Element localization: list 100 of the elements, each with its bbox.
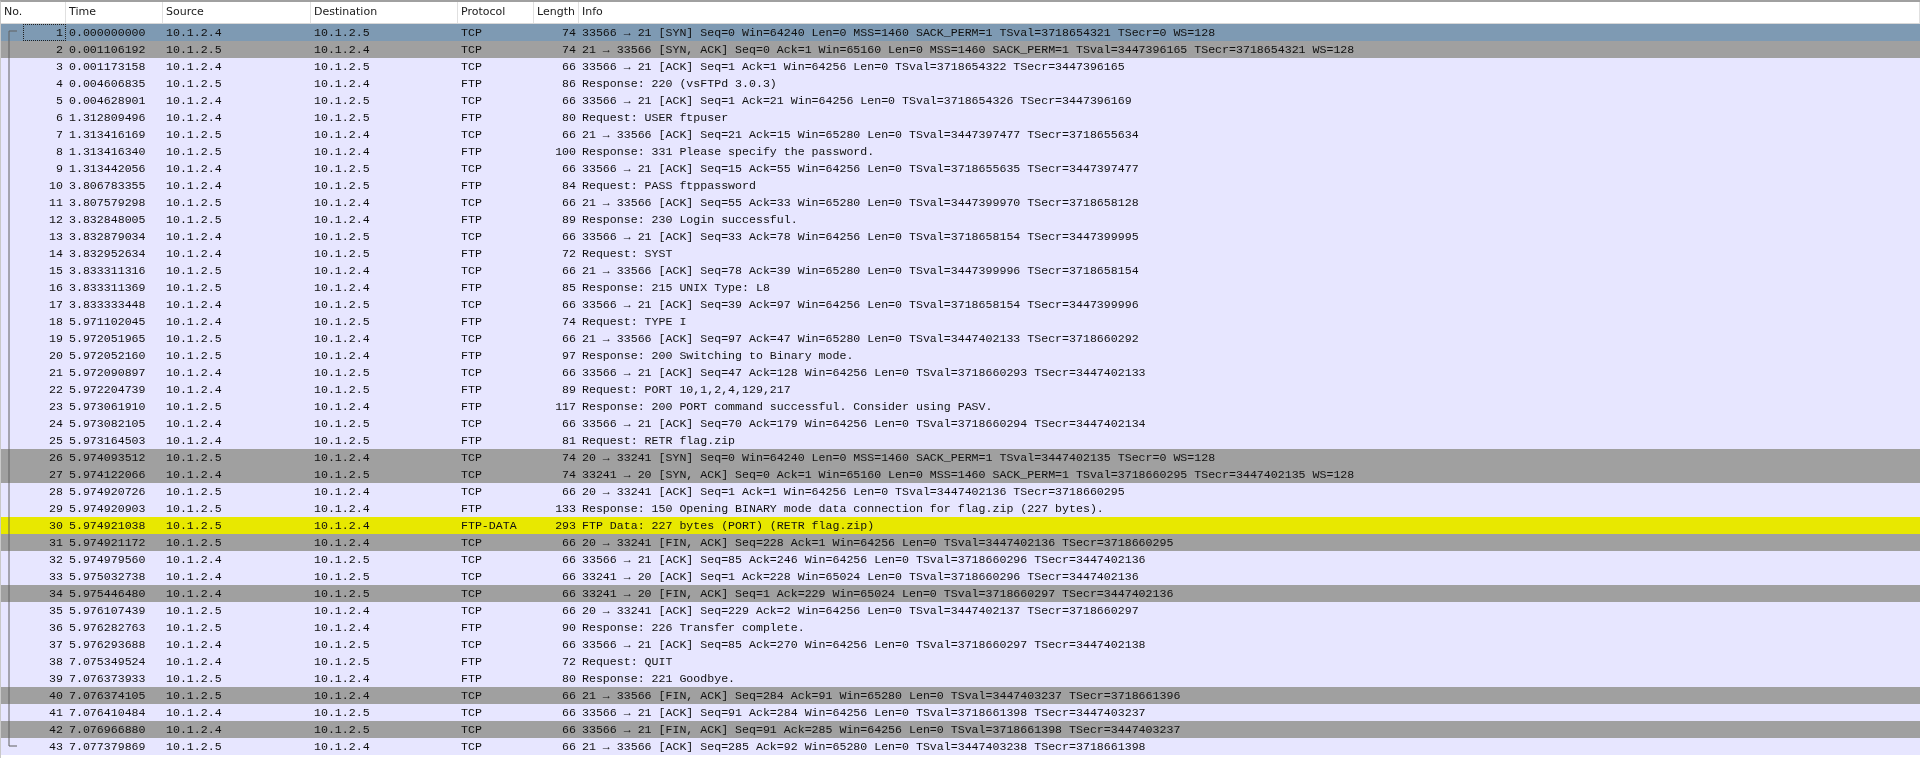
packet-row[interactable]: 10 3.806783355 10.1.2.4 10.1.2.5 FTP 84 Request: PASS ftppassword: [1, 177, 1920, 194]
packet-source: 10.1.2.5: [165, 263, 223, 279]
packet-info: Response: 221 Goodbye.: [581, 671, 737, 687]
packet-row[interactable]: 14 3.832952634 10.1.2.4 10.1.2.5 FTP 72 Request: SYST: [1, 245, 1920, 262]
packet-row[interactable]: 27 5.974122066 10.1.2.4 10.1.2.5 TCP 74 33241 → 20 [SYN, ACK] Seq=0 Ack=1 Win=65160 Len=0 MSS=1460 SACK_PERM=1 TSval=3718660295 TSecr=3447402135 WS=128: [1, 466, 1920, 483]
packet-destination: 10.1.2.4: [313, 348, 371, 364]
packet-row[interactable]: 21 5.972090897 10.1.2.4 10.1.2.5 TCP 66 33566 → 21 [ACK] Seq=47 Ack=128 Win=64256 Len=0 TSval=3718660293 TSecr=3447402133: [1, 364, 1920, 381]
packet-row[interactable]: 3 0.001173158 10.1.2.4 10.1.2.5 TCP 66 33566 → 21 [ACK] Seq=1 Ack=1 Win=64256 Len=0 TSval=3718654322 TSecr=3447396165: [1, 58, 1920, 75]
packet-length: 90: [561, 620, 577, 636]
column-header[interactable]: Source: [163, 2, 311, 23]
packet-row[interactable]: 7 1.313416169 10.1.2.5 10.1.2.4 TCP 66 21 → 33566 [ACK] Seq=21 Ack=15 Win=65280 Len=0 TSval=3447397477 TSecr=3718655634: [1, 126, 1920, 143]
packet-row[interactable]: 29 5.974920903 10.1.2.5 10.1.2.4 FTP 133 Response: 150 Opening BINARY mode data connection for flag.zip (227 bytes).: [1, 500, 1920, 517]
packet-number: 11: [48, 195, 64, 211]
column-header[interactable]: No.: [1, 2, 66, 23]
packet-length: 66: [561, 688, 577, 704]
packet-info: 33566 → 21 [ACK] Seq=33 Ack=78 Win=64256 Len=0 TSval=3718658154 TSecr=3447399995: [581, 229, 1140, 245]
packet-row[interactable]: 41 7.076410484 10.1.2.4 10.1.2.5 TCP 66 33566 → 21 [ACK] Seq=91 Ack=284 Win=64256 Len=0 TSval=3718661398 TSecr=3447403237: [1, 704, 1920, 721]
packet-source: 10.1.2.4: [165, 467, 223, 483]
column-header[interactable]: Time: [66, 2, 163, 23]
packet-time: 7.075349524: [68, 654, 147, 670]
packet-number: 35: [48, 603, 64, 619]
packet-row[interactable]: 11 3.807579298 10.1.2.5 10.1.2.4 TCP 66 21 → 33566 [ACK] Seq=55 Ack=33 Win=65280 Len=0 TSval=3447399970 TSecr=3718658128: [1, 194, 1920, 211]
packet-protocol: TCP: [460, 297, 483, 313]
packet-destination: 10.1.2.4: [313, 263, 371, 279]
packet-length: 66: [561, 705, 577, 721]
packet-row[interactable]: 13 3.832879034 10.1.2.4 10.1.2.5 TCP 66 33566 → 21 [ACK] Seq=33 Ack=78 Win=64256 Len=0 TSval=3718658154 TSecr=3447399995: [1, 228, 1920, 245]
packet-row[interactable]: 35 5.976107439 10.1.2.5 10.1.2.4 TCP 66 20 → 33241 [ACK] Seq=229 Ack=2 Win=64256 Len=0 TSval=3447402137 TSecr=3718660297: [1, 602, 1920, 619]
packet-number: 7: [55, 127, 64, 143]
packet-number: 16: [48, 280, 64, 296]
column-header[interactable]: Destination: [311, 2, 458, 23]
packet-row[interactable]: 37 5.976293688 10.1.2.4 10.1.2.5 TCP 66 33566 → 21 [ACK] Seq=85 Ack=270 Win=64256 Len=0 TSval=3718660297 TSecr=3447402138: [1, 636, 1920, 653]
packet-row[interactable]: 15 3.833311316 10.1.2.5 10.1.2.4 TCP 66 21 → 33566 [ACK] Seq=78 Ack=39 Win=65280 Len=0 TSval=3447399996 TSecr=3718658154: [1, 262, 1920, 279]
packet-info: Request: RETR flag.zip: [581, 433, 737, 449]
packet-row[interactable]: 24 5.973082105 10.1.2.4 10.1.2.5 TCP 66 33566 → 21 [ACK] Seq=70 Ack=179 Win=64256 Len=0 TSval=3718660294 TSecr=3447402134: [1, 415, 1920, 432]
packet-time: 3.833333448: [68, 297, 147, 313]
packet-row[interactable]: 17 3.833333448 10.1.2.4 10.1.2.5 TCP 66 33566 → 21 [ACK] Seq=39 Ack=97 Win=64256 Len=0 TSval=3718658154 TSecr=3447399996: [1, 296, 1920, 313]
packet-protocol: FTP: [460, 314, 483, 330]
packet-row[interactable]: 38 7.075349524 10.1.2.4 10.1.2.5 FTP 72 Request: QUIT: [1, 653, 1920, 670]
packet-source: 10.1.2.4: [165, 416, 223, 432]
packet-row[interactable]: 43 7.077379869 10.1.2.5 10.1.2.4 TCP 66 21 → 33566 [ACK] Seq=285 Ack=92 Win=65280 Len=0 TSval=3447403238 TSecr=3718661398: [1, 738, 1920, 755]
packet-protocol: TCP: [460, 331, 483, 347]
column-header[interactable]: Length: [534, 2, 579, 23]
packet-length: 84: [561, 178, 577, 194]
packet-row[interactable]: 25 5.973164503 10.1.2.4 10.1.2.5 FTP 81 Request: RETR flag.zip: [1, 432, 1920, 449]
packet-row[interactable]: 33 5.975032738 10.1.2.4 10.1.2.5 TCP 66 33241 → 20 [ACK] Seq=1 Ack=228 Win=65024 Len=0 TSval=3718660296 TSecr=3447402136: [1, 568, 1920, 585]
packet-info: 33566 → 21 [ACK] Seq=1 Ack=1 Win=64256 Len=0 TSval=3718654322 TSecr=3447396165: [581, 59, 1126, 75]
packet-row[interactable]: 16 3.833311369 10.1.2.5 10.1.2.4 FTP 85 Response: 215 UNIX Type: L8: [1, 279, 1920, 296]
packet-time: 3.832879034: [68, 229, 147, 245]
packet-number: 32: [48, 552, 64, 568]
packet-row[interactable]: 32 5.974979560 10.1.2.4 10.1.2.5 TCP 66 33566 → 21 [ACK] Seq=85 Ack=246 Win=64256 Len=0 TSval=3718660296 TSecr=3447402136: [1, 551, 1920, 568]
packet-row[interactable]: 23 5.973061910 10.1.2.5 10.1.2.4 FTP 117 Response: 200 PORT command successful. Consider using PASV.: [1, 398, 1920, 415]
packet-protocol: TCP: [460, 161, 483, 177]
packet-length: 72: [561, 654, 577, 670]
packet-time: 0.004628901: [68, 93, 147, 109]
packet-length: 66: [561, 603, 577, 619]
packet-source: 10.1.2.5: [165, 195, 223, 211]
packet-row[interactable]: 31 5.974921172 10.1.2.5 10.1.2.4 TCP 66 20 → 33241 [FIN, ACK] Seq=228 Ack=1 Win=64256 Len=0 TSval=3447402136 TSecr=3718660295: [1, 534, 1920, 551]
packet-source: 10.1.2.4: [165, 314, 223, 330]
packet-length: 66: [561, 195, 577, 211]
packet-source: 10.1.2.5: [165, 76, 223, 92]
packet-time: 5.973164503: [68, 433, 147, 449]
column-header[interactable]: Protocol: [458, 2, 534, 23]
packet-source: 10.1.2.5: [165, 450, 223, 466]
packet-row[interactable]: 12 3.832848005 10.1.2.5 10.1.2.4 FTP 89 Response: 230 Login successful.: [1, 211, 1920, 228]
packet-destination: 10.1.2.4: [313, 603, 371, 619]
packet-protocol: FTP: [460, 280, 483, 296]
packet-row[interactable]: 8 1.313416340 10.1.2.5 10.1.2.4 FTP 100 Response: 331 Please specify the password.: [1, 143, 1920, 160]
packet-row[interactable]: 28 5.974920726 10.1.2.5 10.1.2.4 TCP 66 20 → 33241 [ACK] Seq=1 Ack=1 Win=64256 Len=0 TSval=3447402136 TSecr=3718660295: [1, 483, 1920, 500]
packet-row[interactable]: 6 1.312809496 10.1.2.4 10.1.2.5 FTP 80 Request: USER ftpuser: [1, 109, 1920, 126]
packet-protocol: TCP: [460, 739, 483, 755]
packet-source: 10.1.2.4: [165, 705, 223, 721]
packet-info: 33566 → 21 [SYN] Seq=0 Win=64240 Len=0 MSS=1460 SACK_PERM=1 TSval=3718654321 TSecr=0 WS=128: [581, 25, 1217, 41]
packet-source: 10.1.2.5: [165, 484, 223, 500]
packet-row[interactable]: 26 5.974093512 10.1.2.5 10.1.2.4 TCP 74 20 → 33241 [SYN] Seq=0 Win=64240 Len=0 MSS=1460 SACK_PERM=1 TSval=3447402135 TSecr=0 WS=128: [1, 449, 1920, 466]
packet-row[interactable]: 2 0.001106192 10.1.2.5 10.1.2.4 TCP 74 21 → 33566 [SYN, ACK] Seq=0 Ack=1 Win=65160 Len=0 MSS=1460 SACK_PERM=1 TSval=3447396165 TSecr=3718654321 WS=128: [1, 41, 1920, 58]
packet-time: 1.312809496: [68, 110, 147, 126]
packet-row[interactable]: 18 5.971102045 10.1.2.4 10.1.2.5 FTP 74 Request: TYPE I: [1, 313, 1920, 330]
packet-info: 33566 → 21 [FIN, ACK] Seq=91 Ack=285 Win=64256 Len=0 TSval=3718661398 TSecr=3447403237: [581, 722, 1182, 738]
packet-row[interactable]: 20 5.972052160 10.1.2.5 10.1.2.4 FTP 97 Response: 200 Switching to Binary mode.: [1, 347, 1920, 364]
packet-row[interactable]: 1 0.000000000 10.1.2.4 10.1.2.5 TCP 74 33566 → 21 [SYN] Seq=0 Win=64240 Len=0 MSS=1460 SACK_PERM=1 TSval=3718654321 TSecr=0 WS=128: [1, 24, 1920, 41]
column-header[interactable]: Info: [579, 2, 1920, 23]
packet-number: 34: [48, 586, 64, 602]
packet-info: 21 → 33566 [FIN, ACK] Seq=284 Ack=91 Win=65280 Len=0 TSval=3447403237 TSecr=3718661396: [581, 688, 1182, 704]
packet-row[interactable]: 36 5.976282763 10.1.2.5 10.1.2.4 FTP 90 Response: 226 Transfer complete.: [1, 619, 1920, 636]
packet-row[interactable]: 30 5.974921038 10.1.2.5 10.1.2.4 FTP-DATA 293 FTP Data: 227 bytes (PORT) (RETR flag.zip): [1, 517, 1920, 534]
packet-protocol: TCP: [460, 42, 483, 58]
packet-row[interactable]: 39 7.076373933 10.1.2.5 10.1.2.4 FTP 80 Response: 221 Goodbye.: [1, 670, 1920, 687]
packet-row[interactable]: 9 1.313442056 10.1.2.4 10.1.2.5 TCP 66 33566 → 21 [ACK] Seq=15 Ack=55 Win=64256 Len=0 TSval=3718655635 TSecr=3447397477: [1, 160, 1920, 177]
packet-row[interactable]: 22 5.972204739 10.1.2.4 10.1.2.5 FTP 89 Request: PORT 10,1,2,4,129,217: [1, 381, 1920, 398]
packet-row[interactable]: 40 7.076374105 10.1.2.5 10.1.2.4 TCP 66 21 → 33566 [FIN, ACK] Seq=284 Ack=91 Win=65280 Len=0 TSval=3447403237 TSecr=3718661396: [1, 687, 1920, 704]
packet-row[interactable]: 34 5.975446480 10.1.2.4 10.1.2.5 TCP 66 33241 → 20 [FIN, ACK] Seq=1 Ack=229 Win=65024 Len=0 TSval=3718660297 TSecr=3447402136: [1, 585, 1920, 602]
packet-time: 5.971102045: [68, 314, 147, 330]
packet-row[interactable]: 5 0.004628901 10.1.2.4 10.1.2.5 TCP 66 33566 → 21 [ACK] Seq=1 Ack=21 Win=64256 Len=0 TSval=3718654326 TSecr=3447396169: [1, 92, 1920, 109]
packet-number: 26: [48, 450, 64, 466]
packet-row[interactable]: 4 0.004606835 10.1.2.5 10.1.2.4 FTP 86 Response: 220 (vsFTPd 3.0.3): [1, 75, 1920, 92]
packet-number: 43: [48, 739, 64, 755]
packet-row[interactable]: 19 5.972051965 10.1.2.5 10.1.2.4 TCP 66 21 → 33566 [ACK] Seq=97 Ack=47 Win=65280 Len=0 TSval=3447402133 TSecr=3718660292: [1, 330, 1920, 347]
packet-row[interactable]: 42 7.076966880 10.1.2.4 10.1.2.5 TCP 66 33566 → 21 [FIN, ACK] Seq=91 Ack=285 Win=64256 Len=0 TSval=3718661398 TSecr=3447403237: [1, 721, 1920, 738]
packet-info: Response: 331 Please specify the password.: [581, 144, 876, 160]
packet-protocol: TCP: [460, 484, 483, 500]
